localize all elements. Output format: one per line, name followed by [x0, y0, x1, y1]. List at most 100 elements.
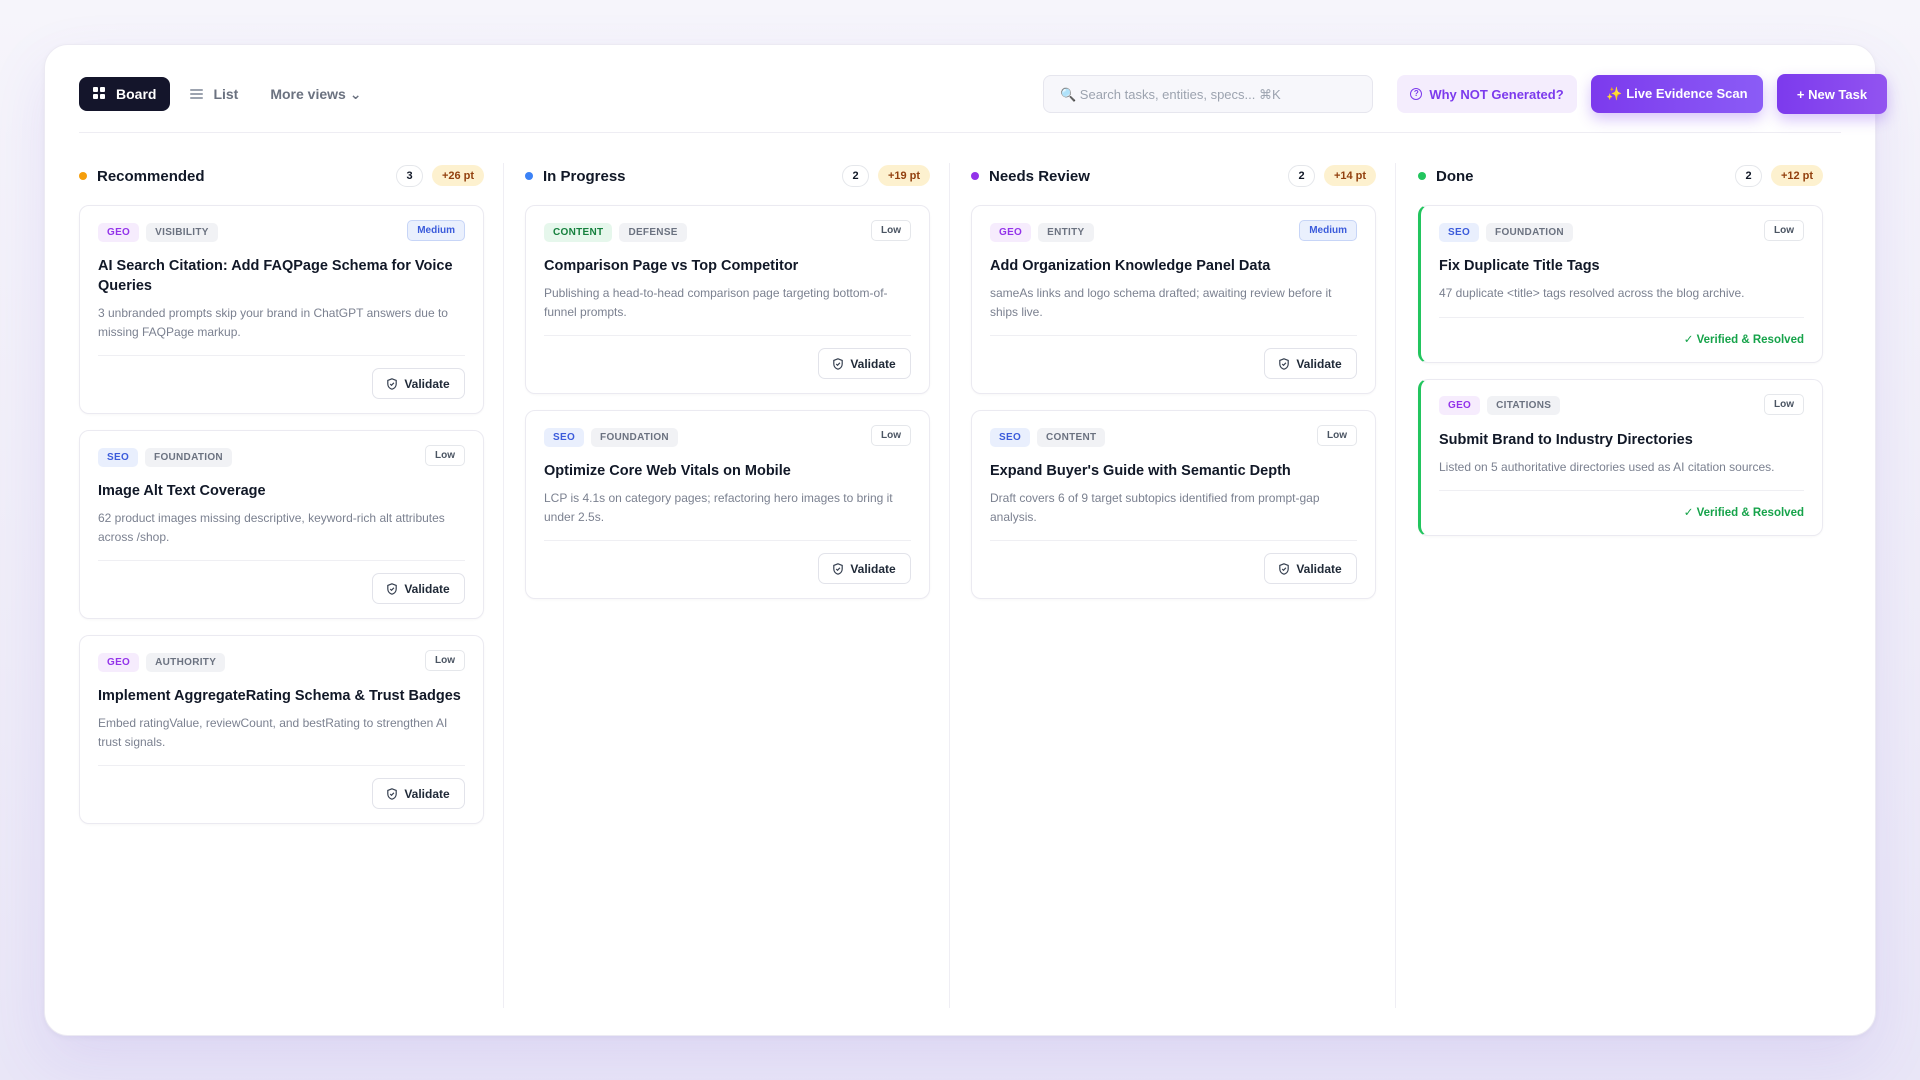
- task-title: Implement AggregateRating Schema & Trust…: [98, 688, 461, 704]
- points-badge: +12 pt: [1771, 165, 1823, 186]
- why-not-generated-label: Why NOT Generated?: [1429, 86, 1564, 102]
- priority-badge: Low: [1764, 393, 1804, 415]
- tag-badge: SEO: [1439, 222, 1480, 242]
- status-dot: [525, 172, 533, 180]
- task-description: Publishing a head-to-head comparison pag…: [544, 286, 888, 319]
- task-card[interactable]: GEO AUTHORITY Low Implement AggregateRat…: [79, 635, 484, 824]
- task-description: sameAs links and logo schema drafted; aw…: [990, 286, 1332, 319]
- shield-check-icon: [1279, 562, 1290, 575]
- column-header: Recommended 3 +26 pt: [79, 161, 484, 191]
- task-description: LCP is 4.1s on category pages; refactori…: [544, 491, 893, 524]
- tag-badge: AUTHORITY: [146, 652, 226, 672]
- more-views-dropdown[interactable]: More views ⌄: [270, 86, 361, 103]
- task-count-badge: 2: [842, 165, 869, 187]
- column-header: Needs Review 2 +14 pt: [971, 161, 1376, 191]
- task-description: Draft covers 6 of 9 target subtopics ide…: [990, 491, 1320, 524]
- task-card[interactable]: GEO ENTITY Medium Add Organization Knowl…: [971, 205, 1376, 394]
- tag-badge: FOUNDATION: [1486, 222, 1573, 242]
- priority-badge: Low: [425, 445, 465, 466]
- task-description: Embed ratingValue, reviewCount, and best…: [98, 716, 448, 749]
- why-not-generated-button[interactable]: ? Why NOT Generated?: [1397, 75, 1577, 113]
- tag-badge: ENTITY: [1038, 222, 1094, 242]
- priority-badge: Medium: [407, 220, 465, 241]
- task-description: 62 product images missing descriptive, k…: [98, 511, 445, 544]
- column-title: Done: [1436, 167, 1474, 185]
- column-title: In Progress: [543, 167, 626, 185]
- new-task-button[interactable]: + New Task: [1777, 74, 1887, 114]
- tag-badge: GEO: [98, 222, 140, 242]
- tag-badge: CONTENT: [1037, 427, 1106, 447]
- verified-status: ✓ Verified & Resolved: [1683, 333, 1804, 346]
- grid-icon: [93, 87, 107, 101]
- verified-status: ✓ Verified & Resolved: [1683, 507, 1804, 519]
- task-count-badge: 3: [396, 165, 423, 187]
- task-card[interactable]: GEO VISIBILITY Medium AI Search Citation…: [79, 205, 484, 414]
- validate-label: Validate: [850, 561, 896, 576]
- task-title: Submit Brand to Industry Directories: [1439, 431, 1693, 448]
- validate-label: Validate: [1296, 561, 1342, 576]
- priority-badge: Low: [871, 220, 911, 241]
- column-header: In Progress 2 +19 pt: [525, 161, 930, 191]
- task-title: Fix Duplicate Title Tags: [1439, 258, 1600, 274]
- task-count-badge: 2: [1735, 165, 1762, 187]
- validate-button[interactable]: Validate: [818, 348, 911, 379]
- shield-check-icon: [387, 787, 398, 800]
- task-card[interactable]: SEO FOUNDATION Low Image Alt Text Covera…: [79, 430, 484, 619]
- status-dot: [1418, 172, 1426, 180]
- priority-badge: Low: [1764, 220, 1804, 241]
- task-count-badge: 2: [1288, 165, 1315, 187]
- list-view-label: List: [213, 86, 239, 102]
- validate-label: Validate: [404, 376, 450, 391]
- points-badge: +19 pt: [878, 165, 930, 186]
- priority-badge: Low: [1317, 425, 1357, 446]
- help-circle-icon: ?: [1410, 88, 1423, 100]
- app-window: Board List More views ⌄ ? Why NOT Genera…: [44, 44, 1887, 1036]
- search-input[interactable]: [1060, 86, 1340, 102]
- tag-badge: GEO: [990, 222, 1032, 242]
- tag-badge: FOUNDATION: [145, 447, 232, 467]
- validate-button[interactable]: Validate: [1264, 348, 1357, 379]
- validate-label: Validate: [850, 356, 896, 371]
- kanban-board: Recommended 3 +26 pt GEO VISIBILITY Medi…: [79, 161, 1845, 1006]
- live-evidence-scan-button[interactable]: ✨ Live Evidence Scan: [1591, 75, 1763, 113]
- search-box[interactable]: [1043, 75, 1373, 113]
- task-card[interactable]: GEO CITATIONS Low Submit Brand to Indust…: [1418, 378, 1823, 536]
- toolbar: Board List More views ⌄ ? Why NOT Genera…: [79, 74, 1887, 133]
- shield-check-icon: [387, 377, 398, 390]
- points-badge: +26 pt: [432, 165, 484, 186]
- tag-badge: VISIBILITY: [146, 222, 218, 242]
- column-done: Done 2 +12 pt SEO FOUNDATION Low Fix Dup…: [1418, 161, 1823, 1006]
- task-title: Expand Buyer's Guide with Semantic Depth: [990, 463, 1291, 479]
- validate-label: Validate: [404, 581, 450, 596]
- status-dot: [971, 172, 979, 180]
- tag-badge: FOUNDATION: [591, 427, 678, 447]
- column-header: Done 2 +12 pt: [1418, 161, 1823, 191]
- validate-button[interactable]: Validate: [372, 573, 465, 604]
- board-view-tab[interactable]: Board: [79, 77, 171, 111]
- priority-badge: Low: [425, 650, 465, 671]
- column-recommended: Recommended 3 +26 pt GEO VISIBILITY Medi…: [79, 161, 484, 1006]
- task-card[interactable]: CONTENT DEFENSE Low Comparison Page vs T…: [525, 205, 930, 394]
- tag-badge: SEO: [544, 427, 585, 447]
- validate-button[interactable]: Validate: [372, 778, 465, 809]
- tag-badge: DEFENSE: [619, 222, 687, 242]
- task-title: AI Search Citation: Add FAQPage Schema f…: [98, 258, 453, 294]
- validate-button[interactable]: Validate: [1264, 553, 1357, 584]
- toolbar-row: Board List More views ⌄ ? Why NOT Genera…: [79, 74, 1887, 114]
- task-description: 47 duplicate <title> tags resolved acros…: [1439, 286, 1745, 300]
- validate-button[interactable]: Validate: [818, 553, 911, 584]
- task-description: 3 unbranded prompts skip your brand in C…: [98, 306, 448, 339]
- validate-button[interactable]: Validate: [372, 368, 465, 399]
- task-title: Add Organization Knowledge Panel Data: [990, 258, 1271, 274]
- task-card[interactable]: SEO CONTENT Low Expand Buyer's Guide wit…: [971, 410, 1376, 599]
- list-view-tab[interactable]: List: [176, 77, 252, 111]
- shield-check-icon: [833, 562, 844, 575]
- shield-check-icon: [833, 357, 844, 370]
- board-view-label: Board: [116, 86, 157, 102]
- tag-badge: SEO: [98, 447, 139, 467]
- tag-badge: GEO: [98, 652, 140, 672]
- task-card[interactable]: SEO FOUNDATION Low Optimize Core Web Vit…: [525, 410, 930, 599]
- task-card[interactable]: SEO FOUNDATION Low Fix Duplicate Title T…: [1418, 205, 1823, 363]
- priority-badge: Medium: [1299, 220, 1357, 241]
- priority-badge: Low: [871, 425, 911, 446]
